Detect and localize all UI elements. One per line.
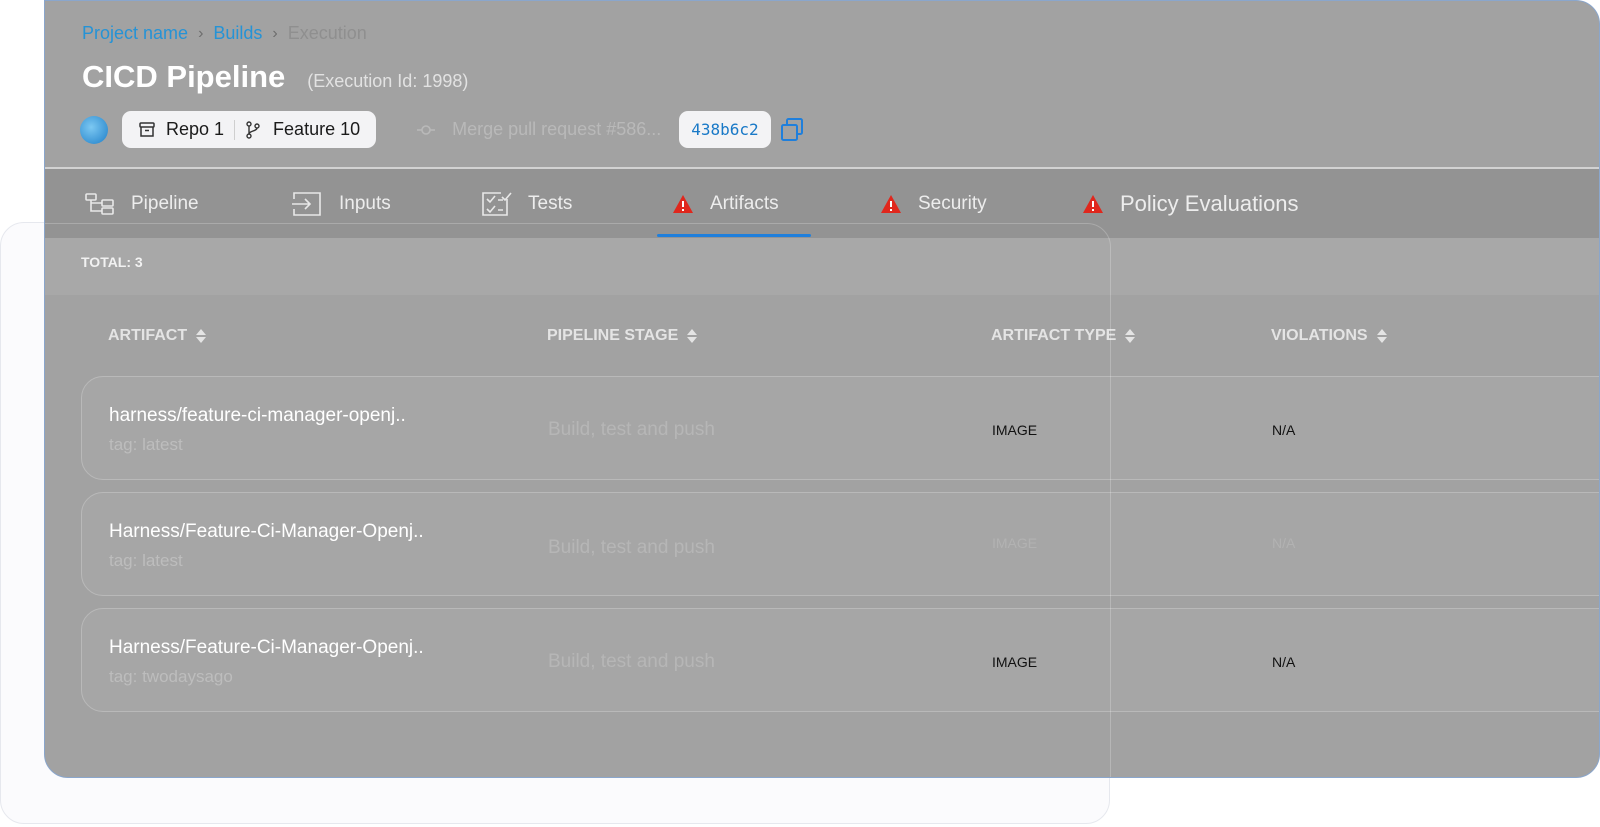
tests-icon bbox=[482, 191, 512, 216]
repo-name: Repo 1 bbox=[166, 119, 225, 139]
tab-label: Tests bbox=[528, 192, 573, 214]
commit-icon bbox=[417, 124, 436, 135]
inputs-icon bbox=[292, 191, 321, 216]
sort-icon[interactable] bbox=[195, 328, 207, 344]
branch-icon bbox=[246, 120, 260, 139]
tab-label: Inputs bbox=[339, 192, 391, 214]
artifact-type: IMAGE bbox=[992, 422, 1038, 438]
table-row[interactable]: Harness/Feature-Ci-Manager-Openj.. tag: … bbox=[81, 492, 1599, 596]
tab-tests[interactable]: Tests bbox=[480, 169, 572, 238]
warning-icon bbox=[1083, 194, 1103, 213]
repo-avatar bbox=[80, 115, 108, 144]
pipeline-stage: Build, test and push bbox=[548, 651, 715, 672]
sort-icon[interactable] bbox=[686, 328, 698, 344]
breadcrumb-builds-link[interactable]: Builds bbox=[213, 23, 262, 44]
column-header-label: PIPELINE STAGE bbox=[547, 327, 679, 344]
column-header-label: VIOLATIONS bbox=[1271, 327, 1368, 344]
column-header-artifact[interactable]: ARTIFACT bbox=[108, 327, 207, 345]
violations: N/A bbox=[1272, 535, 1296, 551]
breadcrumb-separator: › bbox=[198, 24, 204, 42]
artifact-tag: tag: twodaysago bbox=[109, 667, 233, 686]
violations: N/A bbox=[1272, 422, 1296, 438]
commit-sha-pill[interactable]: 438b6c2 bbox=[679, 111, 771, 148]
tab-pipeline[interactable]: Pipeline bbox=[85, 169, 199, 238]
table-row[interactable]: harness/feature-ci-manager-openj.. tag: … bbox=[81, 376, 1599, 480]
pill-divider bbox=[234, 119, 236, 140]
column-header-violations[interactable]: VIOLATIONS bbox=[1271, 327, 1388, 345]
commit-message: Merge pull request #586... bbox=[452, 119, 662, 139]
title-row: CICD Pipeline (Execution Id: 1998) bbox=[82, 59, 468, 95]
table-row[interactable]: Harness/Feature-Ci-Manager-Openj.. tag: … bbox=[81, 608, 1599, 712]
page-title: CICD Pipeline bbox=[82, 59, 286, 94]
tab-bar: Pipeline Inputs Tests Artifacts Security… bbox=[45, 169, 1599, 238]
breadcrumb-current: Execution bbox=[287, 23, 367, 43]
column-header-artifact-type[interactable]: ARTIFACT TYPE bbox=[991, 327, 1136, 345]
warning-icon bbox=[881, 194, 901, 213]
breadcrumb-separator: › bbox=[272, 24, 278, 42]
breadcrumb: Project name › Builds › Execution bbox=[82, 23, 367, 44]
artifact-tag: tag: latest bbox=[109, 435, 183, 454]
artifact-tag: tag: latest bbox=[109, 551, 183, 570]
artifact-name: Harness/Feature-Ci-Manager-Openj.. bbox=[109, 521, 424, 542]
tab-label: Security bbox=[918, 192, 987, 214]
repo-branch-pill[interactable]: Repo 1 Feature 10 bbox=[122, 111, 377, 148]
active-tab-indicator bbox=[657, 234, 811, 237]
pipeline-stage: Build, test and push bbox=[548, 419, 715, 440]
total-bar: TOTAL: 3 bbox=[45, 238, 1599, 295]
artifact-name: harness/feature-ci-manager-openj.. bbox=[109, 405, 406, 426]
artifact-type: IMAGE bbox=[992, 535, 1038, 551]
sort-icon[interactable] bbox=[1376, 328, 1388, 344]
copy-icon[interactable] bbox=[779, 117, 805, 143]
tab-artifacts[interactable]: Artifacts bbox=[672, 169, 779, 238]
tab-label: Artifacts bbox=[710, 192, 779, 214]
tab-label: Pipeline bbox=[131, 192, 199, 214]
artifact-name: Harness/Feature-Ci-Manager-Openj.. bbox=[109, 637, 424, 658]
branch-name: Feature 10 bbox=[273, 119, 361, 139]
sort-icon[interactable] bbox=[1124, 328, 1136, 344]
total-count: TOTAL: 3 bbox=[81, 254, 143, 270]
artifact-type: IMAGE bbox=[992, 654, 1038, 670]
repo-icon bbox=[139, 121, 155, 137]
execution-id: (Execution Id: 1998) bbox=[307, 71, 469, 91]
tab-security[interactable]: Security bbox=[880, 169, 987, 238]
warning-icon bbox=[673, 194, 693, 213]
column-header-label: ARTIFACT bbox=[108, 327, 188, 344]
column-header-label: ARTIFACT TYPE bbox=[991, 327, 1117, 344]
breadcrumb-project-link[interactable]: Project name bbox=[82, 23, 188, 44]
tab-label: Policy Evaluations bbox=[1120, 190, 1299, 216]
pipeline-icon bbox=[85, 192, 114, 215]
violations: N/A bbox=[1272, 654, 1296, 670]
pipeline-stage: Build, test and push bbox=[548, 537, 715, 558]
execution-window: Project name › Builds › Execution CICD P… bbox=[44, 0, 1600, 778]
tab-inputs[interactable]: Inputs bbox=[291, 169, 391, 238]
tab-policy-evaluations[interactable]: Policy Evaluations bbox=[1082, 169, 1299, 238]
column-header-pipeline-stage[interactable]: PIPELINE STAGE bbox=[547, 327, 698, 345]
meta-row: Repo 1 Feature 10 Merge pull request #58… bbox=[80, 111, 805, 148]
